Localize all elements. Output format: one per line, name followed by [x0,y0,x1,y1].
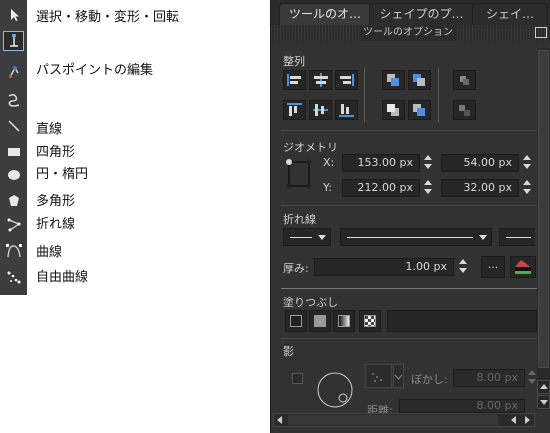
fill-gradient-icon[interactable] [333,310,355,332]
tool-options-dock: ツールのオ… シェイプのプ… シェイ… ツールのオプション 整列 ジオメトリ X… [270,0,550,433]
path-point-icon[interactable] [0,62,27,82]
legend-polyline: 折れ線 [36,217,76,232]
separator [281,338,537,339]
stroke-section-label: 折れ線 [283,213,316,226]
legend-polygon: 多角形 [36,194,76,209]
toolbox [0,0,27,295]
polyline-icon[interactable] [0,215,27,235]
send-back-icon[interactable] [382,100,405,120]
ellipse-icon[interactable] [0,165,27,185]
order-separator [438,68,439,122]
align-right-icon[interactable] [335,70,358,90]
dock-title: ツールのオプション [359,25,457,41]
tab-tool-options[interactable]: ツールのオ… [279,3,371,26]
legend-ellipse: 円・楕円 [36,167,89,182]
blur-label: ぼかし: [411,373,448,386]
tab-shape-other[interactable]: シェイ… [472,3,548,26]
y-label: Y: [323,181,332,194]
legend-select: 選択・移動・変形・回転 [36,10,180,25]
align-bottom-icon[interactable] [335,100,358,120]
align-left-icon[interactable] [283,70,306,90]
align-center-v-icon[interactable] [309,100,332,120]
y-spin[interactable] [422,179,434,197]
separator [281,288,537,289]
blur-input[interactable]: 8.00 px [453,369,525,387]
rectangle-icon[interactable] [0,142,27,162]
align-center-h-icon[interactable] [309,70,332,90]
horizontal-scrollbar[interactable] [273,413,535,427]
fill-pattern-icon[interactable] [359,310,381,332]
separator [281,205,537,206]
distance-input[interactable]: 8.00 px [399,399,525,413]
float-icon[interactable] [535,27,547,38]
scroll-left-icon[interactable] [508,414,520,426]
shadow-section-label: 影 [283,345,294,358]
shadow-direction-dial[interactable] [317,372,353,408]
spiral-icon[interactable] [0,90,27,110]
stroke-width-spin[interactable] [457,258,469,276]
legend-line: 直線 [36,122,63,137]
x-input[interactable]: 153.00 px [342,154,420,172]
bring-front-icon[interactable] [382,70,405,90]
fill-solid-icon[interactable] [309,310,331,332]
scroll-left-icon[interactable] [274,414,286,426]
dash-style-combo[interactable] [340,228,492,246]
shadow-checkbox[interactable] [292,373,303,384]
stroke-color-icon[interactable] [510,256,536,278]
height-spin[interactable] [521,179,533,197]
vertical-scroll-thumb[interactable] [538,50,549,368]
width-input[interactable]: 54.00 px [441,154,519,172]
x-spin[interactable] [422,154,434,172]
scroll-down-icon[interactable] [537,395,550,409]
line-cap-combo[interactable] [283,228,331,246]
x-label: X: [323,156,335,169]
line-end-combo[interactable] [499,228,535,246]
more-button[interactable]: ... [481,256,505,278]
legend-node: パスポイントの編集 [36,63,154,78]
dock-titlebar[interactable]: ツールのオプション [271,25,550,41]
align-top-icon[interactable] [283,100,306,120]
line-icon[interactable] [0,116,27,136]
freehand-icon[interactable] [0,267,27,287]
legend-curve: 曲線 [36,245,63,260]
align-section-label: 整列 [283,55,305,68]
bezier-curve-icon[interactable] [0,241,27,261]
y-input[interactable]: 212.00 px [342,179,420,197]
geometry-section-label: ジオメトリ [283,141,338,154]
height-input[interactable]: 32.00 px [441,179,519,197]
fill-none-icon[interactable] [285,310,307,332]
anchor-point-icon[interactable] [284,156,314,192]
group-icon[interactable] [453,70,476,90]
send-backward-icon[interactable] [408,100,431,120]
separator [281,130,537,131]
width-spin[interactable] [521,154,533,172]
legend-rect: 四角形 [36,145,76,160]
bring-forward-icon[interactable] [408,70,431,90]
fill-section-label: 塗りつぶし [283,296,339,309]
shadow-style-dropdown[interactable] [393,364,404,388]
select-arrow-icon[interactable] [0,5,27,25]
scroll-up-icon[interactable] [537,380,550,394]
dock-tabs: ツールのオ… シェイプのプ… シェイ… [271,0,550,26]
vertical-scrollbar[interactable] [537,48,550,410]
tab-shape-properties[interactable]: シェイプのプ… [369,3,474,26]
legend-freehand: 自由曲線 [36,270,89,285]
align-separator [364,68,365,122]
node-edit-icon[interactable] [3,31,24,51]
stroke-width-input[interactable]: 1.00 px [314,258,454,276]
fill-options-area[interactable] [387,310,537,332]
polygon-icon[interactable] [0,191,27,211]
shadow-style-icon[interactable] [365,364,392,388]
scroll-right-icon[interactable] [521,414,533,426]
ungroup-icon[interactable] [453,100,476,120]
stroke-width-label: 厚み: [283,262,309,275]
horizontal-scroll-thumb[interactable] [288,415,498,425]
